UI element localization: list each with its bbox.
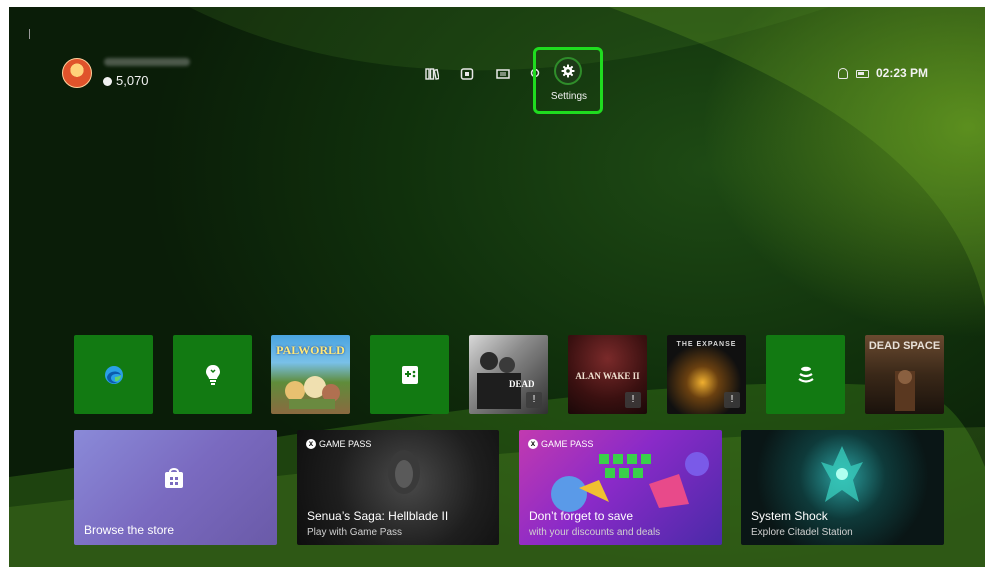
media-icon[interactable]: [496, 68, 510, 80]
walking-dead-tile[interactable]: DEAD !: [469, 335, 548, 414]
gamertag-blurred: [104, 58, 190, 66]
avatar[interactable]: [62, 58, 92, 88]
card-title: System Shock: [751, 509, 828, 523]
edge-tile[interactable]: [74, 335, 153, 414]
palworld-title: PALWORLD: [276, 343, 345, 357]
window-marker: [29, 29, 30, 39]
stack-icon: [797, 366, 814, 383]
warning-icon: !: [724, 392, 740, 408]
card-subtitle: Play with Game Pass: [307, 527, 403, 538]
card-title: Senua’s Saga: Hellblade II: [307, 509, 449, 523]
card-subtitle: Explore Citadel Station: [751, 527, 853, 538]
expanse-title: THE EXPANSE: [676, 341, 737, 348]
gear-icon: [561, 64, 575, 78]
tips-tile[interactable]: [173, 335, 252, 414]
xbox-logo-icon: x: [528, 439, 538, 449]
game-pass-app-tile[interactable]: [370, 335, 449, 414]
dead-space-tile[interactable]: DEAD SPACE: [865, 335, 944, 414]
settings-button[interactable]: [554, 57, 582, 85]
library-icon[interactable]: [425, 68, 440, 80]
xbox-logo-icon: x: [306, 439, 316, 449]
browse-store-card[interactable]: Browse the store: [74, 430, 277, 545]
alan-wake-tile[interactable]: ALAN WAKE II !: [568, 335, 647, 414]
card-subtitle: with your discounts and deals: [529, 527, 661, 538]
palworld-tile[interactable]: PALWORLD: [271, 335, 350, 414]
xbox-app-tile[interactable]: [766, 335, 845, 414]
warning-icon: !: [625, 392, 641, 408]
dead-space-title: DEAD SPACE: [868, 340, 941, 352]
walking-dead-title: DEAD: [509, 379, 535, 389]
card-title: Browse the store: [84, 523, 175, 537]
headset-icon: [838, 68, 848, 79]
system-shock-card[interactable]: System Shock Explore Citadel Station: [741, 430, 944, 545]
store-icon[interactable]: [460, 68, 474, 80]
reward-points: 5,070: [116, 73, 149, 88]
battery-icon: [856, 70, 869, 78]
deals-card[interactable]: x GAME PASS Don’t forget to save with you…: [519, 430, 722, 545]
lightbulb-icon: [205, 364, 220, 385]
rewards-icon: [103, 77, 112, 86]
settings-label: Settings: [550, 91, 588, 102]
expanse-tile[interactable]: THE EXPANSE !: [667, 335, 746, 414]
card-title: Don’t forget to save: [529, 509, 634, 523]
hellblade-card[interactable]: x GAME PASS Senua’s Saga: Hellblade II Pl…: [297, 430, 499, 545]
warning-icon: !: [526, 392, 542, 408]
store-bag-icon: [165, 468, 183, 488]
alan-wake-title: ALAN WAKE II: [575, 371, 640, 381]
clock: 02:23 PM: [876, 66, 929, 80]
edge-icon: [104, 365, 123, 384]
game-pass-badge: x GAME PASS: [306, 439, 371, 449]
controller-icon: [401, 365, 418, 384]
